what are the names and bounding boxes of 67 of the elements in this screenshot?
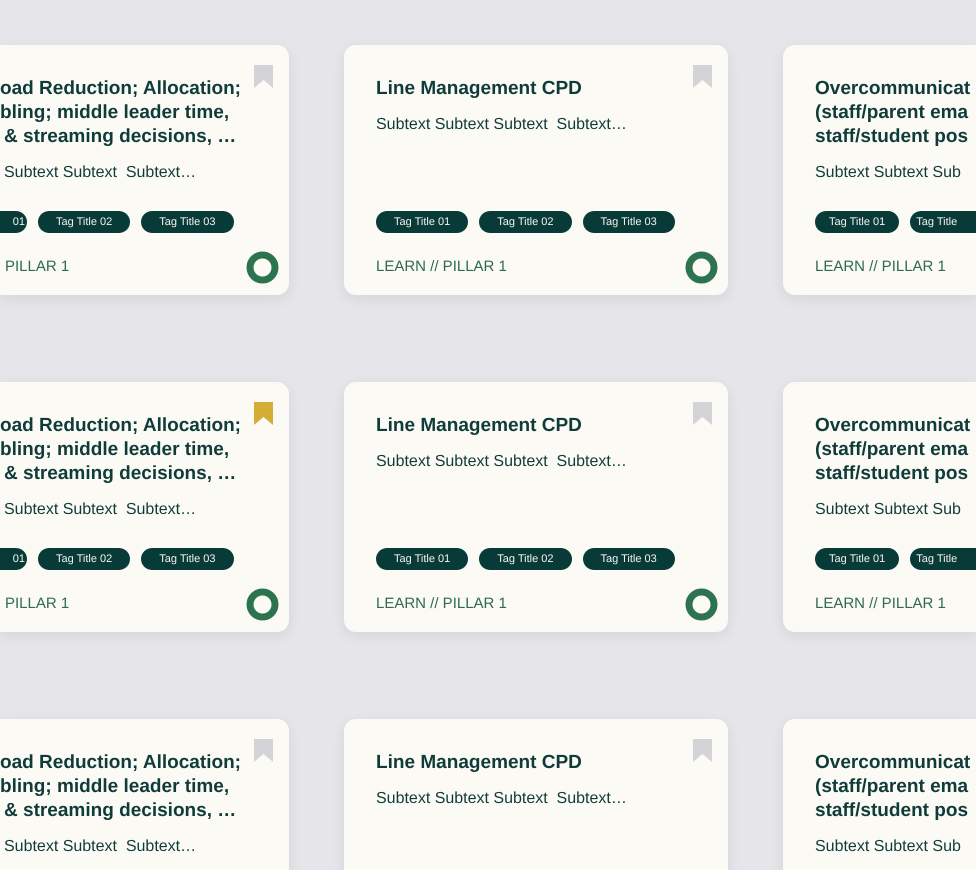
card-subtext: Subtext Subtext Subtext… bbox=[3, 163, 198, 183]
category-label: LEARN // PILLAR 1 bbox=[815, 256, 946, 277]
course-card[interactable]: oad Reduction; Allocation; bling; middle leader time, & streaming decisions, … Subtext Subtext Subtext… bbox=[0, 719, 289, 870]
card-title: Line Management CPD bbox=[376, 751, 583, 775]
card-title: & streaming decisions, … bbox=[3, 799, 238, 823]
bookmark-icon[interactable] bbox=[254, 65, 273, 88]
tag-pill[interactable]: Tag Title 01 bbox=[376, 548, 468, 570]
card-subtext: Subtext Subtext Sub bbox=[815, 500, 962, 520]
tag-pill[interactable]: 01 bbox=[0, 548, 27, 570]
course-card[interactable]: Overcommunicat (staff/parent ema staff/student pos Subtext Subtext Sub bbox=[783, 719, 976, 870]
card-title: (staff/parent ema bbox=[815, 101, 970, 125]
course-card[interactable]: oad Reduction; Allocation; bling; middle leader time, & streaming decisions, … Subtext Subtext Subtext… 01 Tag Title 02 Tag Title 03 PILLAR 1 bbox=[0, 45, 289, 295]
card-subtext: Subtext Subtext Subtext… bbox=[3, 837, 198, 857]
course-card[interactable]: Overcommunicat (staff/parent ema staff/student pos Subtext Subtext Sub Tag Title 01 Tag Title LEARN // PILLAR 1 bbox=[783, 45, 976, 295]
card-title: & streaming decisions, … bbox=[3, 462, 238, 486]
card-subtext: Subtext Subtext Sub bbox=[815, 163, 962, 183]
tag-pill[interactable]: Tag Title 02 bbox=[38, 211, 130, 233]
card-subtext: Subtext Subtext Subtext Subtext… bbox=[376, 789, 628, 809]
card-title: Overcommunicat bbox=[815, 751, 972, 775]
card-title: Overcommunicat bbox=[815, 414, 972, 438]
card-subtext: Subtext Subtext Subtext Subtext… bbox=[376, 452, 628, 472]
card-title: staff/student pos bbox=[815, 125, 970, 149]
card-title: Line Management CPD bbox=[376, 77, 583, 101]
tag-pill[interactable]: Tag Title 02 bbox=[479, 211, 572, 233]
tag-pill[interactable]: Tag Title 01 bbox=[815, 211, 900, 233]
course-card[interactable]: oad Reduction; Allocation; bling; middle leader time, & streaming decisions, … Subtext Subtext Subtext… 01 Tag Title 02 Tag Title 03 PILLAR 1 bbox=[0, 382, 289, 632]
tag-pill[interactable]: Tag Title 01 bbox=[376, 211, 468, 233]
course-card[interactable]: Overcommunicat (staff/parent ema staff/student pos Subtext Subtext Sub Tag Title 01 Tag Title LEARN // PILLAR 1 bbox=[783, 382, 976, 632]
card-title: & streaming decisions, … bbox=[3, 125, 238, 149]
bookmark-icon[interactable] bbox=[693, 739, 712, 762]
tag-pill[interactable]: Tag Title bbox=[910, 548, 976, 570]
bookmark-icon[interactable] bbox=[254, 739, 273, 762]
card-title: Overcommunicat bbox=[815, 77, 972, 101]
category-label: LEARN // PILLAR 1 bbox=[376, 594, 507, 614]
bookmark-icon[interactable] bbox=[693, 65, 712, 88]
tag-pill[interactable]: Tag Title 02 bbox=[479, 548, 572, 570]
card-title: (staff/parent ema bbox=[815, 775, 970, 799]
card-title: staff/student pos bbox=[815, 462, 970, 486]
category-label: PILLAR 1 bbox=[4, 256, 70, 277]
card-subtext: Subtext Subtext Sub bbox=[815, 837, 962, 857]
bookmark-icon[interactable] bbox=[693, 402, 712, 425]
course-card[interactable]: Line Management CPD Subtext Subtext Subtext Subtext… bbox=[344, 719, 728, 870]
course-card[interactable]: Line Management CPD Subtext Subtext Subtext Subtext… Tag Title 01 Tag Title 02 Tag Title 03 LEARN // PILLAR 1 bbox=[344, 382, 728, 632]
tag-pill[interactable]: Tag Title 03 bbox=[582, 548, 675, 570]
category-label: LEARN // PILLAR 1 bbox=[815, 594, 946, 614]
card-title: Line Management CPD bbox=[376, 414, 583, 438]
card-title: oad Reduction; Allocation; bbox=[0, 77, 242, 101]
card-subtext: Subtext Subtext Subtext… bbox=[3, 500, 198, 520]
tag-pill[interactable]: Tag Title 01 bbox=[815, 548, 900, 570]
card-title: bling; middle leader time, bbox=[0, 101, 230, 125]
card-subtext: Subtext Subtext Subtext Subtext… bbox=[376, 115, 628, 135]
tag-pill[interactable]: Tag Title 02 bbox=[38, 548, 130, 570]
tag-pill[interactable]: Tag Title 03 bbox=[141, 211, 234, 233]
bookmark-icon[interactable] bbox=[254, 402, 273, 425]
course-card[interactable]: Line Management CPD Subtext Subtext Subtext Subtext… Tag Title 01 Tag Title 02 Tag Title 03 LEARN // PILLAR 1 bbox=[344, 45, 728, 295]
tag-pill[interactable]: Tag Title bbox=[910, 211, 976, 233]
card-title: bling; middle leader time, bbox=[0, 775, 230, 799]
card-title: bling; middle leader time, bbox=[0, 438, 230, 462]
tag-pill[interactable]: Tag Title 03 bbox=[582, 211, 675, 233]
card-title: oad Reduction; Allocation; bbox=[0, 414, 242, 438]
tag-pill[interactable]: 01 bbox=[0, 211, 27, 233]
tag-pill[interactable]: Tag Title 03 bbox=[141, 548, 234, 570]
card-title: oad Reduction; Allocation; bbox=[0, 751, 242, 775]
card-title: (staff/parent ema bbox=[815, 438, 970, 462]
category-label: PILLAR 1 bbox=[4, 594, 70, 614]
card-title: staff/student pos bbox=[815, 799, 970, 823]
category-label: LEARN // PILLAR 1 bbox=[376, 256, 507, 277]
